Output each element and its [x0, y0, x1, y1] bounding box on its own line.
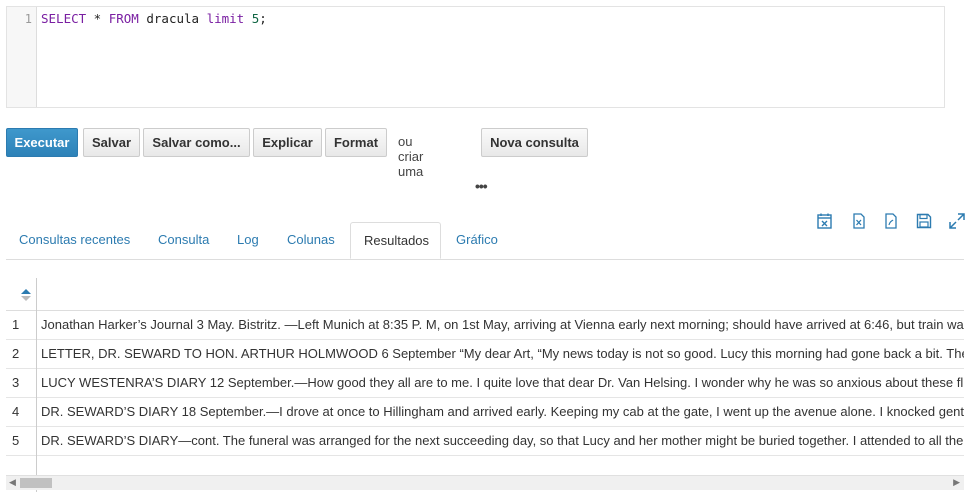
table-row[interactable]: 1 Jonathan Harker’s Journal 3 May. Bistr… — [6, 310, 964, 340]
row-text: LETTER, DR. SEWARD TO HON. ARTHUR HOLMWO… — [41, 346, 964, 361]
row-number: 5 — [12, 433, 20, 448]
sql-token-kw: SELECT — [41, 11, 87, 26]
table-row[interactable]: 5 DR. SEWARD’S DIARY—cont. The funeral w… — [6, 426, 964, 456]
tab-recent-queries[interactable]: Consultas recentes — [6, 222, 143, 258]
row-number: 2 — [12, 346, 20, 361]
tab-log[interactable]: Log — [224, 222, 272, 258]
scroll-thumb[interactable] — [20, 478, 52, 488]
table-row[interactable]: 3 LUCY WESTENRA’S DIARY 12 September.—Ho… — [6, 368, 964, 398]
row-text: DR. SEWARD’S DIARY—cont. The funeral was… — [41, 433, 964, 448]
tab-columns[interactable]: Colunas — [274, 222, 348, 258]
sql-token-plain: dracula — [138, 11, 207, 26]
horizontal-scrollbar[interactable]: ◀ ▶ — [6, 475, 964, 490]
row-number: 1 — [12, 317, 20, 332]
explain-button[interactable]: Explicar — [253, 128, 322, 157]
sql-token-kw: FROM — [108, 11, 139, 26]
scroll-left-icon[interactable]: ◀ — [9, 477, 16, 488]
row-number: 4 — [12, 404, 20, 419]
scroll-right-icon[interactable]: ▶ — [953, 477, 960, 488]
column-divider — [36, 278, 37, 492]
sql-token-plain: ; — [259, 11, 267, 26]
sql-token-kw: limit — [206, 11, 245, 26]
sql-token-plain — [244, 11, 252, 26]
table-row[interactable]: 2 LETTER, DR. SEWARD TO HON. ARTHUR HOLM… — [6, 339, 964, 369]
sql-editor[interactable]: 1 SELECT * FROM dracula limit 5; — [6, 6, 945, 108]
table-row[interactable]: 4 DR. SEWARD’S DIARY 18 September.—I dro… — [6, 397, 964, 427]
sort-icon[interactable] — [20, 288, 32, 302]
or-create-label: ou criar uma — [398, 134, 424, 179]
sql-code[interactable]: SELECT * FROM dracula limit 5; — [41, 11, 267, 27]
save-button[interactable]: Salvar — [83, 128, 140, 157]
tab-results[interactable]: Resultados — [350, 222, 441, 259]
row-text: DR. SEWARD’S DIARY 18 September.—I drove… — [41, 404, 964, 419]
format-button[interactable]: Format — [325, 128, 387, 157]
results-grid: 1 Jonathan Harker’s Journal 3 May. Bistr… — [6, 278, 964, 492]
results-tabs: Consultas recentes Consulta Log Colunas … — [6, 222, 964, 260]
line-number: 1 — [24, 12, 32, 26]
sql-token-plain: * — [86, 11, 109, 26]
grid-header — [6, 278, 964, 311]
execute-button[interactable]: Executar — [6, 128, 78, 157]
row-text: LUCY WESTENRA’S DIARY 12 September.—How … — [41, 375, 964, 390]
line-gutter: 1 — [7, 7, 37, 107]
tab-chart[interactable]: Gráfico — [443, 222, 511, 258]
row-text: Jonathan Harker’s Journal 3 May. Bistrit… — [41, 317, 964, 332]
tab-query[interactable]: Consulta — [145, 222, 222, 258]
row-number: 3 — [12, 375, 20, 390]
panel-splitter[interactable]: ••• — [475, 178, 488, 194]
save-as-button[interactable]: Salvar como... — [143, 128, 250, 157]
new-query-button[interactable]: Nova consulta — [481, 128, 588, 157]
